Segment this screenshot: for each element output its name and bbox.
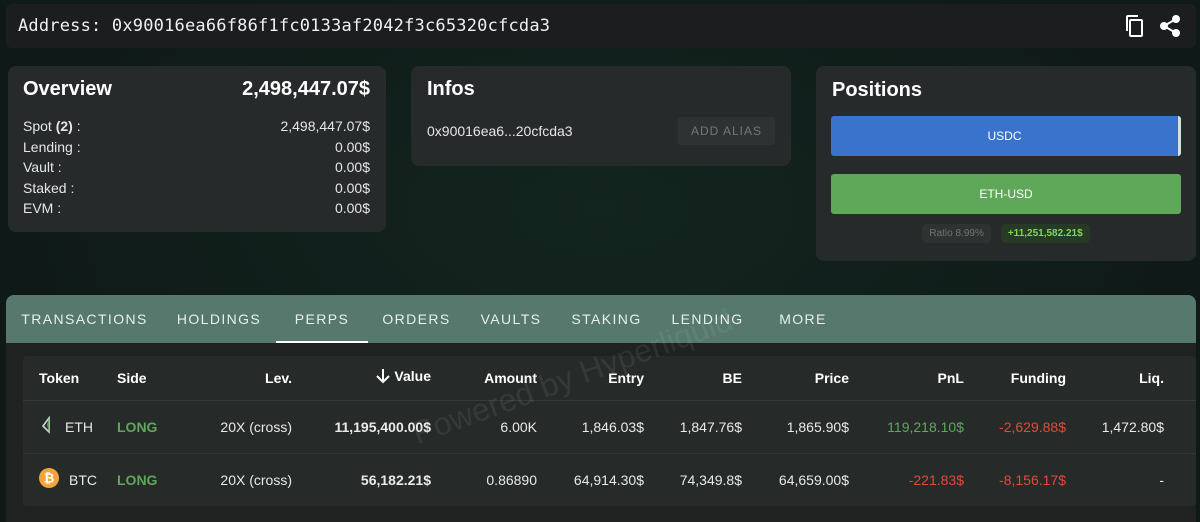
table-row[interactable]: ₿ BTC LONG 20X (cross) 56,182.21$ 0.8689… <box>23 453 1196 506</box>
overview-row-value: 0.00$ <box>334 179 370 196</box>
address-label: Address: <box>18 16 102 36</box>
tab-vaults[interactable]: VAULTS <box>465 295 557 343</box>
col-header-funding[interactable]: Funding <box>964 356 1066 401</box>
tab-lending[interactable]: LENDING <box>656 295 759 343</box>
btc-icon: ₿ <box>39 468 59 491</box>
position-bar-usdc[interactable]: USDC <box>831 116 1181 156</box>
overview-row-label: Lending : <box>23 138 81 155</box>
add-alias-button[interactable]: ADD ALIAS <box>677 117 775 145</box>
address-value[interactable]: 0x90016ea66f86f1fc0133af2042f3c65320cfcd… <box>112 16 550 36</box>
overview-row-spot: Spot (2) : 2,498,447.07$ <box>23 116 370 137</box>
col-header-price[interactable]: Price <box>742 356 849 401</box>
copy-icon[interactable] <box>1122 14 1146 38</box>
address-bar: Address: 0x90016ea66f86f1fc0133af2042f3c… <box>6 4 1196 48</box>
cell-side: LONG <box>117 400 197 454</box>
overview-row-lending: Lending : 0.00$ <box>23 137 370 158</box>
cell-value: 56,182.21$ <box>360 471 431 488</box>
col-header-token[interactable]: Token <box>23 356 117 401</box>
overview-row-value: 0.00$ <box>334 200 370 217</box>
overview-total: 2,498,447.07$ <box>242 77 370 100</box>
col-header-entry[interactable]: Entry <box>537 356 644 401</box>
tab-transactions[interactable]: TRANSACTIONS <box>7 295 162 343</box>
position-bar-eth-usd[interactable]: ETH-USD <box>831 174 1181 214</box>
cell-funding: -8,156.17$ <box>999 471 1066 488</box>
positions-card: Positions USDC ETH-USD Ratio 8.99% +11,2… <box>816 66 1196 261</box>
col-header-pnl[interactable]: PnL <box>849 356 964 401</box>
cell-liq: 1,472.80$ <box>1066 400 1164 454</box>
tab-staking[interactable]: STAKING <box>557 295 656 343</box>
cell-pnl: 119,218.10$ <box>849 400 964 454</box>
cell-amount: 0.86890 <box>486 471 537 488</box>
infos-title: Infos <box>427 78 475 100</box>
table-header-row: Token Side Lev. Value Amount Entry BE Pr… <box>23 356 1196 401</box>
tab-bar: TRANSACTIONS HOLDINGS PERPS ORDERS VAULT… <box>6 295 1196 343</box>
cell-token: ₿ BTC <box>23 453 117 506</box>
tab-perps[interactable]: PERPS <box>276 295 368 343</box>
cell-pnl: -221.83$ <box>908 471 964 488</box>
tab-more[interactable]: MORE <box>759 295 847 343</box>
share-icon[interactable] <box>1158 14 1182 38</box>
col-header-amount[interactable]: Amount <box>431 356 537 401</box>
overview-row-value: 0.00$ <box>334 159 370 176</box>
col-header-liq[interactable]: Liq. <box>1066 356 1164 401</box>
overview-row-label: EVM : <box>23 200 62 217</box>
cell-price: 64,659.00$ <box>778 471 849 488</box>
cell-price: 1,865.90$ <box>742 400 849 454</box>
overview-row-vault: Vault : 0.00$ <box>23 157 370 178</box>
address-text: Address: 0x90016ea66f86f1fc0133af2042f3c… <box>18 16 550 36</box>
eth-icon <box>39 415 55 437</box>
cell-funding: -2,629.88$ <box>964 400 1066 454</box>
tab-holdings[interactable]: HOLDINGS <box>162 295 276 343</box>
cell-entry: 1,846.03$ <box>537 400 644 454</box>
table-row[interactable]: ETH LONG 20X (cross) 11,195,400.00$ 6.00… <box>23 400 1196 454</box>
overview-card: Overview 2,498,447.07$ Spot (2) : 2,498,… <box>8 66 386 232</box>
overview-row-label: Staked : <box>23 179 75 196</box>
pnl-badge: +11,251,582.21$ <box>1000 224 1090 243</box>
overview-title: Overview <box>23 77 112 100</box>
positions-title: Positions <box>832 79 923 101</box>
col-header-side[interactable]: Side <box>117 356 197 401</box>
overview-row-value: 2,498,447.07$ <box>280 118 370 135</box>
cell-entry: 64,914.30$ <box>573 471 644 488</box>
cell-amount: 6.00K <box>431 400 537 454</box>
cell-side: LONG <box>117 471 158 488</box>
portfolio-tabs-panel: TRANSACTIONS HOLDINGS PERPS ORDERS VAULT… <box>6 295 1196 522</box>
perps-table: Token Side Lev. Value Amount Entry BE Pr… <box>23 356 1196 506</box>
ratio-badge: Ratio 8.99% <box>922 224 991 243</box>
svg-text:₿: ₿ <box>44 472 55 487</box>
overview-row-label: Vault : <box>23 159 62 176</box>
cell-be: 1,847.76$ <box>644 400 742 454</box>
cell-be: 74,349.8$ <box>679 471 742 488</box>
cell-value: 11,195,400.00$ <box>292 400 431 454</box>
overview-row-value: 0.00$ <box>334 138 370 155</box>
infos-card: Infos 0x90016ea6...20cfcda3 ADD ALIAS <box>411 66 791 166</box>
cell-token: ETH <box>23 400 117 454</box>
overview-row-label: Spot (2) : <box>23 118 81 135</box>
col-header-be[interactable]: BE <box>644 356 742 401</box>
cell-liq: - <box>1159 471 1164 488</box>
infos-short-address: 0x90016ea6...20cfcda3 <box>427 123 573 139</box>
overview-row-evm: EVM : 0.00$ <box>23 198 370 219</box>
tab-orders[interactable]: ORDERS <box>368 295 465 343</box>
cell-lev: 20X (cross) <box>197 400 292 454</box>
col-header-value[interactable]: Value <box>292 356 431 401</box>
arrow-down-icon <box>376 368 391 387</box>
col-header-lev[interactable]: Lev. <box>197 356 292 401</box>
overview-row-staked: Staked : 0.00$ <box>23 178 370 199</box>
cell-lev: 20X (cross) <box>220 471 292 488</box>
